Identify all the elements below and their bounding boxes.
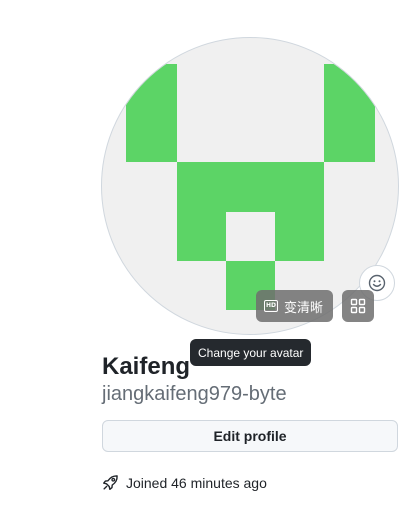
edit-profile-button[interactable]: Edit profile bbox=[102, 420, 398, 452]
enhance-label: 变清晰 bbox=[284, 300, 324, 316]
grid-view-button[interactable] bbox=[342, 290, 374, 322]
avatar-tooltip: Change your avatar bbox=[190, 339, 312, 366]
joined-text: Joined 46 minutes ago bbox=[126, 474, 267, 491]
enhance-image-button[interactable]: HD 变清晰 bbox=[256, 290, 334, 322]
identicon-block bbox=[177, 212, 226, 261]
identicon-block bbox=[275, 212, 324, 261]
profile-username: jiangkaifeng979-byte bbox=[102, 383, 287, 405]
identicon-block bbox=[126, 64, 177, 162]
joined-info: Joined 46 minutes ago bbox=[102, 474, 267, 491]
profile-page: HD 变清晰 Kaifeng Change your avatar jiangk… bbox=[0, 0, 412, 518]
identicon-block bbox=[177, 162, 324, 212]
grid-icon bbox=[350, 298, 366, 314]
smiley-icon bbox=[368, 274, 386, 292]
rocket-icon bbox=[103, 475, 118, 490]
identicon-block bbox=[324, 64, 375, 162]
hd-icon: HD bbox=[264, 300, 278, 312]
profile-display-name: Kaifeng bbox=[102, 353, 191, 380]
